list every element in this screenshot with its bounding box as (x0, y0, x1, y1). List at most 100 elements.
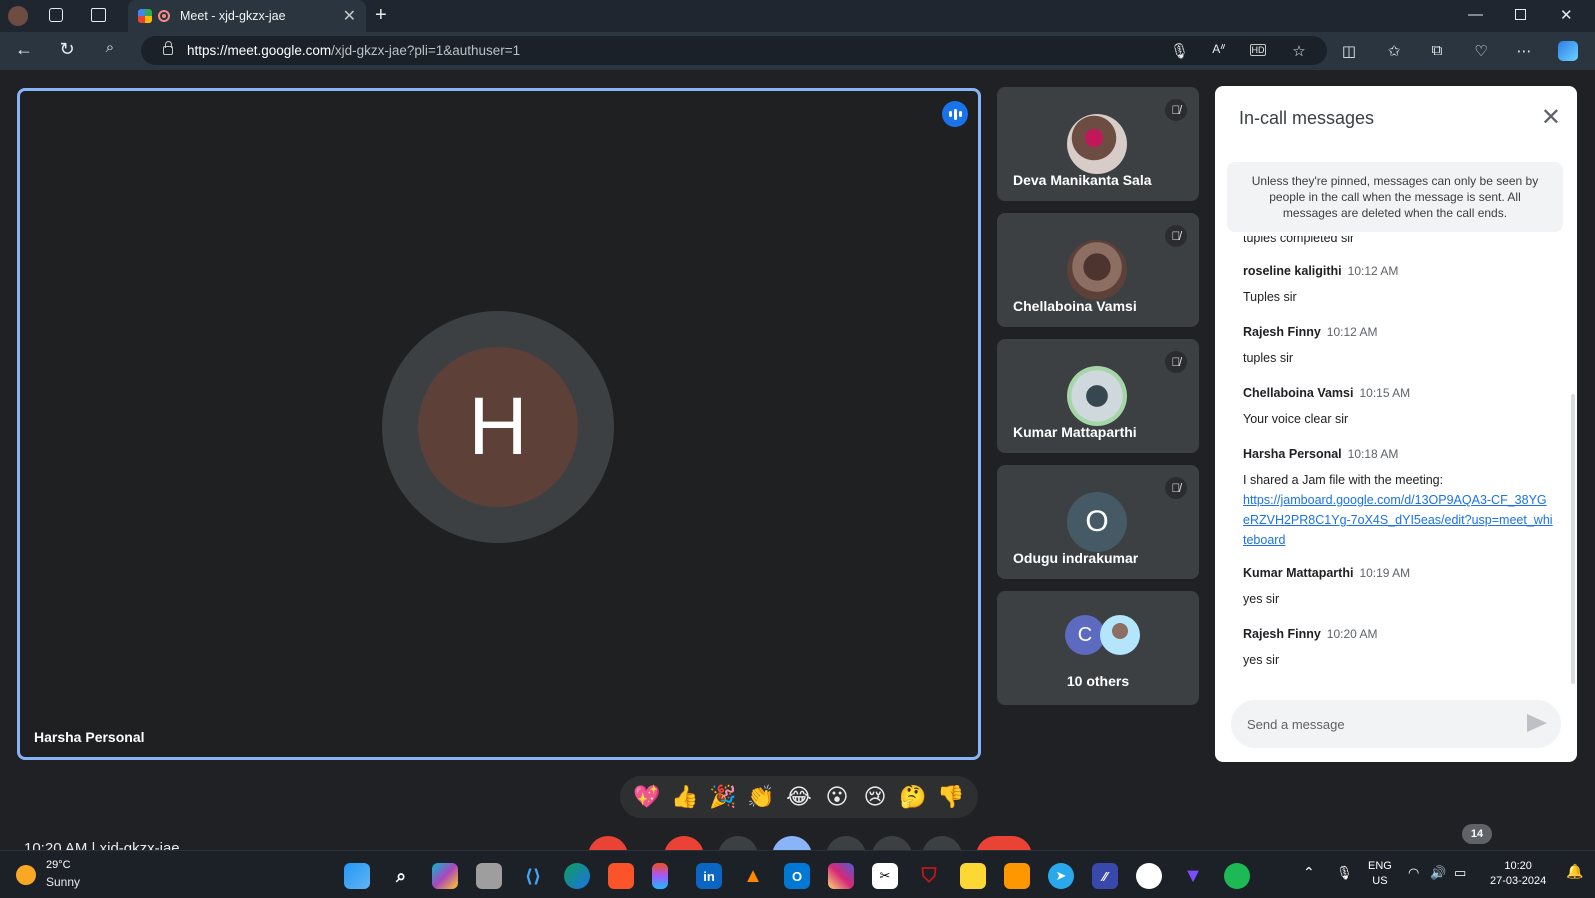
favorite-star-icon[interactable]: ☆ (1290, 42, 1308, 60)
volume-icon[interactable]: 🔊 (1430, 865, 1446, 880)
participant-tile[interactable]: 🎙̸ Kumar Mattaparthi (997, 339, 1199, 453)
sun-icon[interactable] (16, 865, 36, 885)
reaction-thinking[interactable]: 🤔 (898, 784, 928, 810)
devhome-icon[interactable] (1004, 863, 1030, 889)
message-time: 10:15 AM (1359, 386, 1411, 400)
chevron-up-icon[interactable]: ⌃ (1303, 865, 1315, 880)
more-menu-icon[interactable]: ⋯ (1515, 42, 1533, 60)
copilot-app-icon[interactable] (432, 863, 458, 889)
performance-icon[interactable]: ♡ (1472, 42, 1490, 60)
github-icon[interactable] (1136, 863, 1162, 889)
message-input[interactable]: Send a message (1231, 700, 1561, 748)
mic-icon[interactable]: 🎙 (1170, 42, 1189, 60)
collections-icon[interactable]: ⧉ (1428, 42, 1446, 59)
chat-app-icon[interactable] (960, 863, 986, 889)
chat-scrollbar[interactable] (1571, 394, 1575, 684)
tab-close-icon[interactable]: ✕ (343, 6, 356, 26)
message-text: Tuples sir (1243, 290, 1297, 304)
back-icon[interactable]: ← (15, 39, 33, 60)
mic-off-icon: 🎙̸ (1165, 225, 1187, 247)
split-screen-icon[interactable]: ◫ (1340, 42, 1358, 60)
participant-tile[interactable]: O 🎙̸ Odugu indrakumar (997, 465, 1199, 579)
reaction-party[interactable]: 🎉 (708, 784, 738, 810)
mcafee-icon[interactable]: ⛉ (916, 863, 942, 889)
notification-icon[interactable]: 🔔 (1566, 864, 1583, 879)
message-time: 10:20 AM (1326, 627, 1378, 641)
participant-tile[interactable]: 🎙̸ Chellaboina Vamsi (997, 213, 1199, 327)
message-sender: roseline kaligithi (1243, 264, 1342, 278)
mic-tray-icon[interactable]: 🎙 (1336, 865, 1353, 880)
search-icon[interactable]: ⌕ (101, 39, 119, 56)
telegram-icon[interactable]: ➤ (1048, 863, 1074, 889)
reaction-surprised[interactable]: 😮 (822, 784, 852, 810)
linkedin-icon[interactable]: in (696, 863, 722, 889)
copilot-icon[interactable] (1558, 41, 1578, 61)
task-view-icon[interactable] (476, 863, 502, 889)
reaction-heart[interactable]: 💖 (632, 784, 662, 810)
outlook-icon[interactable]: O (784, 863, 810, 889)
linear-icon[interactable]: ⁄⁄ (1092, 863, 1118, 889)
reaction-thumbs-up[interactable]: 👍 (670, 784, 700, 810)
favorites-icon[interactable]: ✩ (1385, 42, 1403, 60)
send-icon[interactable] (1527, 714, 1547, 732)
participant-avatar: O (1067, 492, 1127, 552)
refresh-icon[interactable]: ↻ (58, 39, 76, 60)
main-avatar: H (418, 347, 578, 507)
meet-favicon-icon (138, 9, 152, 23)
new-tab-icon[interactable]: + (375, 4, 387, 27)
reaction-sad[interactable]: 😢 (860, 784, 890, 810)
read-aloud-icon[interactable]: Aᐥ (1210, 42, 1228, 56)
message-list[interactable]: tuples completed sir roseline kaligithi 1… (1215, 236, 1577, 691)
message-time: 10:19 AM (1359, 566, 1411, 580)
jamboard-link[interactable]: https://jamboard.google.com/d/13OP9AQA3-… (1243, 490, 1553, 550)
url-field[interactable]: https://meet.google.com/xjd-gkzx-jae?pli… (141, 36, 1327, 65)
vlc-icon[interactable]: ▲ (740, 863, 766, 889)
maximize-icon[interactable] (1515, 9, 1526, 20)
clock[interactable]: 10:20 27-03-2024 (1490, 859, 1546, 889)
url-host: https://meet.google.com (187, 43, 332, 58)
weather-temp: 29°C (46, 859, 71, 871)
edge-icon[interactable] (564, 863, 590, 889)
participant-tile[interactable]: 🎙̸ Deva Manikanta Sala (997, 87, 1199, 201)
profile-icon[interactable] (8, 6, 28, 26)
window-close-icon[interactable]: ✕ (1560, 6, 1573, 24)
close-icon[interactable]: ✕ (1541, 103, 1561, 132)
tab-meet[interactable]: Meet - xjd-gkzx-jae ✕ (128, 0, 366, 32)
message-sender: Harsha Personal (1243, 447, 1342, 461)
minimize-icon[interactable]: — (1468, 6, 1483, 23)
address-bar-row: ← ↻ ⌕ https://meet.google.com/xjd-gkzx-j… (0, 32, 1595, 70)
vscode-icon[interactable]: ⟨⟩ (520, 863, 546, 889)
recording-icon (158, 10, 170, 22)
workspaces-icon[interactable] (49, 8, 63, 22)
message-text: tuples sir (1243, 351, 1294, 365)
participant-photo (1067, 240, 1127, 300)
spotify-icon[interactable] (1224, 863, 1250, 889)
message-sender: Rajesh Finny (1243, 627, 1321, 641)
hd-icon[interactable]: HD (1250, 44, 1266, 56)
lock-icon[interactable] (163, 41, 173, 55)
reaction-thumbs-down[interactable]: 👎 (936, 784, 966, 810)
reaction-laugh[interactable]: 😂 (784, 784, 814, 810)
reaction-clap[interactable]: 👏 (746, 784, 776, 810)
chat-message: roseline kaligithi 10:12 AM Tuples sir (1243, 264, 1553, 307)
participant-photo (1067, 114, 1127, 174)
instagram-icon[interactable] (828, 863, 854, 889)
people-count-badge: 14 (1462, 824, 1492, 844)
vpn-icon[interactable]: ▼ (1180, 863, 1206, 889)
message-text: Your voice clear sir (1243, 412, 1349, 426)
message-sender: Rajesh Finny (1243, 325, 1321, 339)
brave-icon[interactable] (608, 863, 634, 889)
wifi-icon[interactable]: ◠ (1408, 865, 1419, 880)
battery-icon[interactable]: ▭ (1454, 865, 1466, 880)
capcut-icon[interactable]: ✂ (872, 863, 898, 889)
message-time: 10:12 AM (1326, 325, 1378, 339)
message-sender: Chellaboina Vamsi (1243, 386, 1354, 400)
search-icon[interactable]: ⌕ (388, 863, 414, 889)
figma-icon[interactable] (652, 863, 668, 889)
message-text: I shared a Jam file with the meeting: (1243, 473, 1444, 487)
others-tile[interactable]: C 10 others (997, 591, 1199, 705)
start-icon[interactable] (344, 863, 370, 889)
main-video-tile[interactable]: H Harsha Personal (17, 88, 981, 760)
tab-actions-icon[interactable] (91, 8, 106, 22)
language-indicator[interactable]: ENG US (1368, 859, 1392, 889)
